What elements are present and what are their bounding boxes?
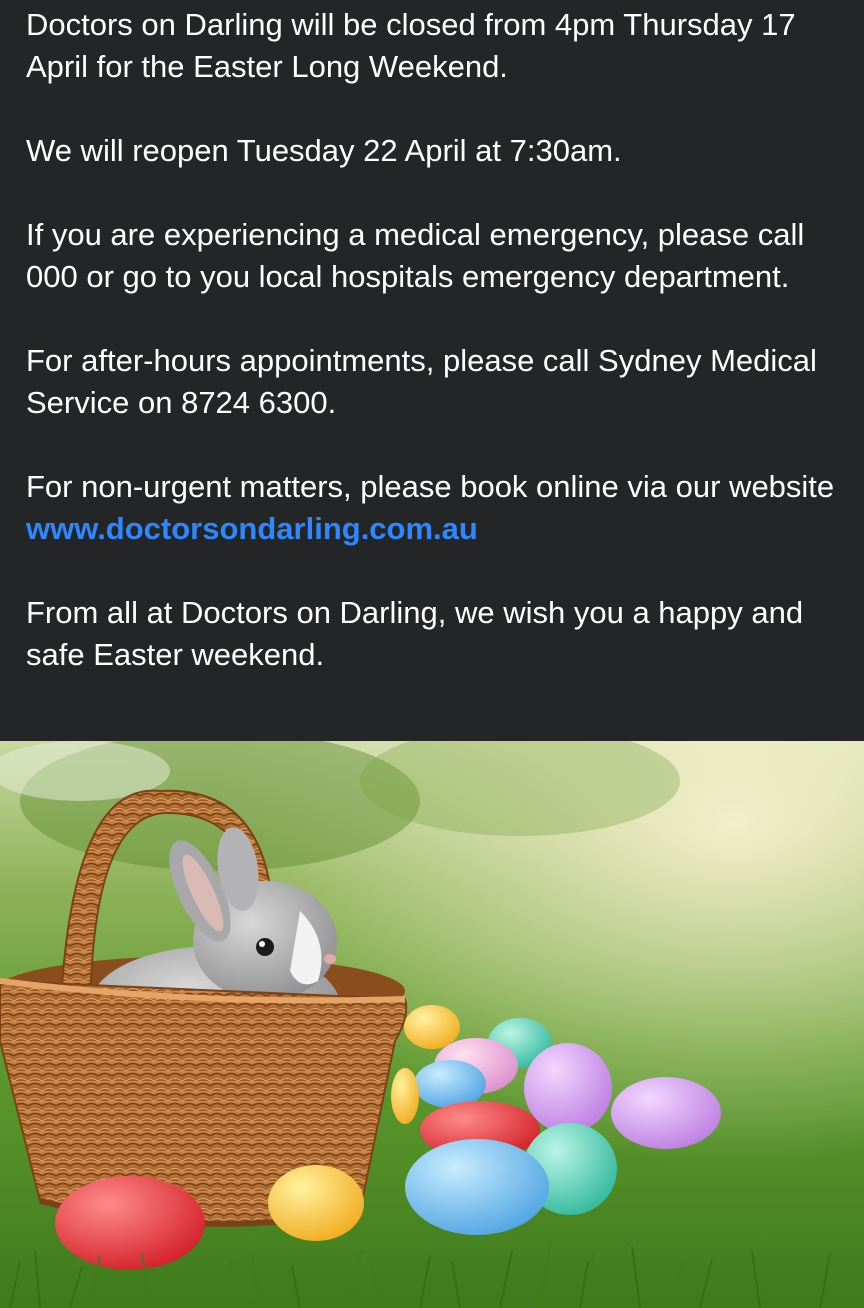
emergency-notice: If you are experiencing a medical emerge… — [26, 217, 805, 294]
easter-bunny-photo[interactable] — [0, 741, 864, 1308]
after-hours-notice: For after-hours appointments, please cal… — [26, 343, 817, 420]
closure-notice: Doctors on Darling will be closed from 4… — [26, 7, 796, 84]
closing-message: From all at Doctors on Darling, we wish … — [26, 595, 804, 672]
post-container: Doctors on Darling will be closed from 4… — [0, 0, 864, 1308]
reopen-notice: We will reopen Tuesday 22 April at 7:30a… — [26, 133, 622, 168]
booking-text: For non-urgent matters, please book onli… — [26, 469, 835, 504]
post-message: Doctors on Darling will be closed from 4… — [0, 0, 864, 741]
easter-bunny-illustration — [0, 741, 864, 1308]
website-link[interactable]: www.doctorsondarling.com.au — [26, 511, 478, 546]
booking-notice: For non-urgent matters, please book onli… — [26, 466, 838, 550]
